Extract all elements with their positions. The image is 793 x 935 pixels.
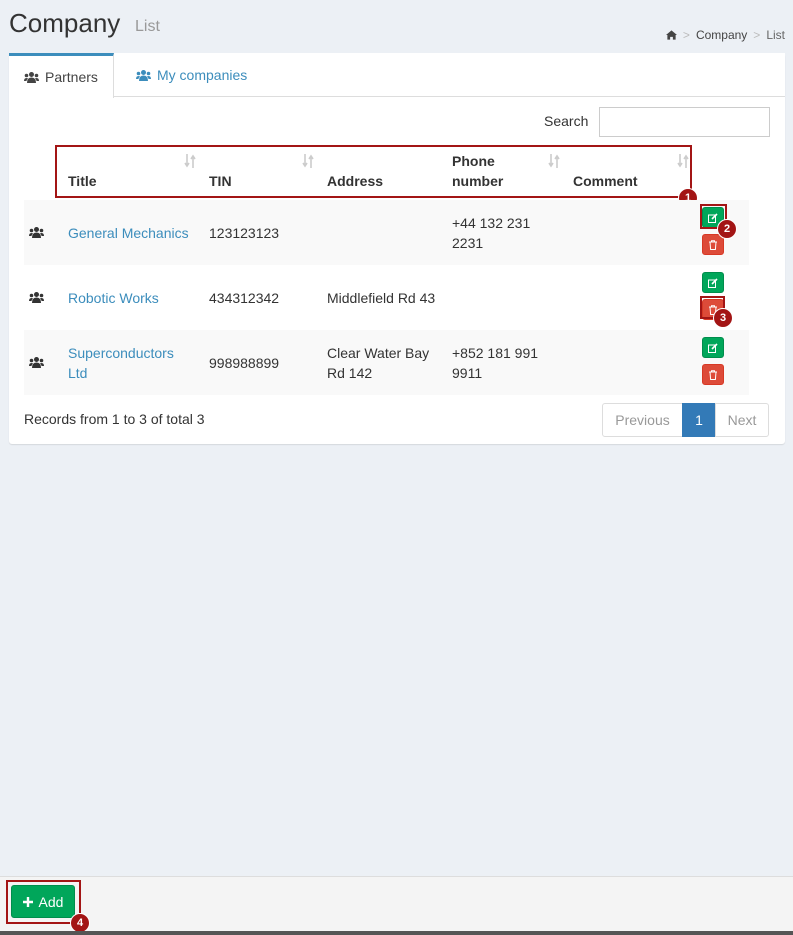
- tab-my-companies[interactable]: My companies: [121, 53, 262, 97]
- breadcrumb-separator: >: [753, 28, 761, 42]
- page-title: Company: [9, 8, 121, 38]
- cell-address: Middlefield Rd 43: [327, 289, 436, 306]
- table-row: Robotic Works 434312342 Middlefield Rd 4…: [24, 265, 749, 330]
- users-icon: [29, 227, 44, 238]
- edit-icon: [708, 342, 718, 353]
- delete-button[interactable]: [702, 364, 724, 385]
- pagination: Previous 1 Next: [602, 403, 769, 437]
- annotation-marker-4: 4: [70, 913, 90, 933]
- users-icon: [29, 357, 44, 368]
- cell-comment: [573, 265, 683, 330]
- tab-partners[interactable]: Partners: [9, 53, 114, 98]
- company-list-box: Partners My companies Search Title TIN A…: [9, 53, 785, 444]
- cell-phone: +44 132 231 2231: [452, 214, 531, 251]
- cell-tin: 123123123: [209, 224, 280, 241]
- next-page-button[interactable]: Next: [715, 403, 769, 437]
- users-icon: [136, 69, 151, 81]
- footer-bar: [0, 876, 793, 935]
- search-input[interactable]: [599, 107, 770, 137]
- row-icon-cell: [29, 330, 44, 395]
- edit-icon: [708, 277, 718, 288]
- previous-page-button[interactable]: Previous: [602, 403, 683, 437]
- tab-label: Partners: [45, 69, 98, 85]
- bottom-edge: [0, 931, 793, 935]
- trash-icon: [709, 239, 717, 250]
- search-label: Search: [544, 113, 589, 129]
- breadcrumb: > Company > List: [665, 28, 785, 42]
- tab-label: My companies: [157, 67, 248, 83]
- breadcrumb-current: List: [766, 28, 785, 42]
- cell-address: [327, 200, 447, 265]
- records-summary: Records from 1 to 3 of total 3: [24, 411, 205, 427]
- trash-icon: [709, 369, 717, 380]
- cell-tin: 998988899: [209, 354, 280, 371]
- table-row: General Mechanics 123123123 +44 132 231 …: [24, 200, 749, 265]
- users-icon: [29, 292, 44, 303]
- company-title-link[interactable]: General Mechanics: [68, 223, 189, 243]
- page-header: Company List > Company > List: [0, 0, 793, 50]
- breadcrumb-separator: >: [682, 28, 690, 42]
- cell-tin: 434312342: [209, 289, 280, 306]
- page-subtitle: List: [135, 18, 160, 35]
- header-highlight-box: [55, 145, 692, 198]
- company-title-link[interactable]: Robotic Works: [68, 288, 159, 308]
- annotation-marker-3: 3: [713, 308, 733, 328]
- home-icon[interactable]: [665, 30, 677, 40]
- row-icon-cell: [29, 265, 44, 330]
- cell-comment: [573, 200, 683, 265]
- cell-comment: [573, 330, 683, 395]
- cell-phone: [452, 265, 552, 330]
- breadcrumb-company[interactable]: Company: [696, 28, 747, 42]
- table-row: Superconductors Ltd 998988899 Clear Wate…: [24, 330, 749, 395]
- company-title-link[interactable]: Superconductors Ltd: [68, 343, 193, 383]
- tab-bar: Partners My companies: [9, 53, 785, 98]
- cell-phone: +852 181 991 9911: [452, 344, 539, 381]
- add-highlight-box: [6, 880, 81, 924]
- row-icon-cell: [29, 200, 44, 265]
- edit-button[interactable]: [702, 337, 724, 358]
- page-1-button[interactable]: 1: [682, 403, 716, 437]
- annotation-marker-2: 2: [717, 219, 737, 239]
- users-icon: [24, 71, 39, 83]
- edit-button[interactable]: [702, 272, 724, 293]
- cell-address: Clear Water Bay Rd 142: [327, 344, 430, 381]
